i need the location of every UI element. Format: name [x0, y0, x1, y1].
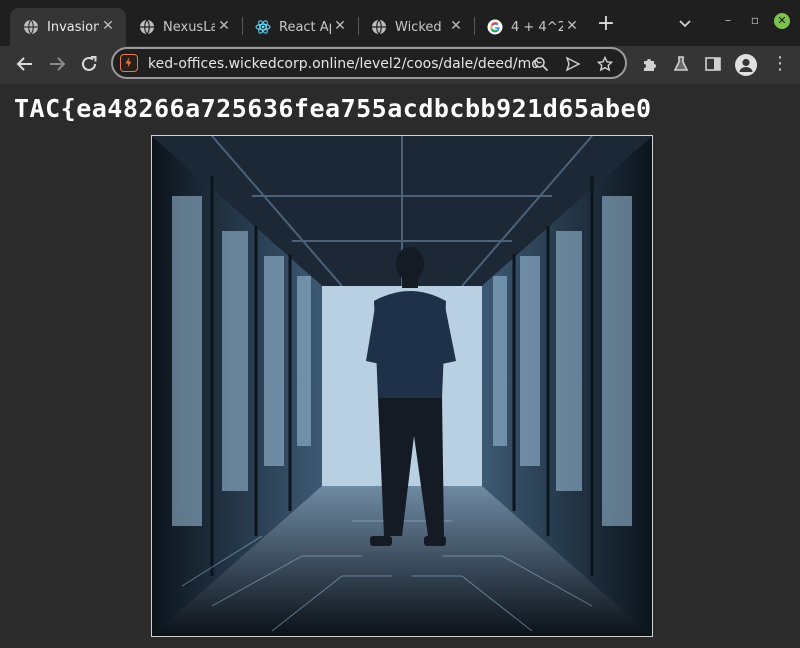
reload-icon[interactable]	[79, 54, 99, 74]
address-bar[interactable]: ked-offices.wickedcorp.online/level2/coo…	[111, 47, 627, 79]
menu-kebab-icon[interactable]: ⋮	[770, 54, 790, 74]
bookmark-star-icon[interactable]	[597, 56, 613, 72]
site-info-icon[interactable]	[120, 54, 138, 72]
tab-strip: Invasion ✕ NexusLa ✕ React Ap ✕ Wicked ✕	[0, 0, 800, 46]
labs-flask-icon[interactable]	[672, 55, 690, 73]
maximize-icon[interactable]: ▫	[747, 12, 763, 28]
tab-react-app[interactable]: React Ap ✕	[242, 8, 358, 46]
globe-icon	[372, 19, 386, 35]
back-icon[interactable]	[15, 54, 35, 74]
toolbar: ked-offices.wickedcorp.online/level2/coo…	[0, 46, 800, 84]
tab-label: 4 + 4^2	[511, 19, 563, 35]
flag-heading: TAC{ea48266a725636fea755acdbcbb921d65abe…	[14, 94, 652, 123]
send-icon[interactable]	[565, 56, 581, 72]
tab-wicked[interactable]: Wicked ✕	[358, 8, 474, 46]
server-room-photo	[151, 135, 653, 637]
close-tab-icon[interactable]: ✕	[448, 18, 464, 34]
url-text[interactable]: ked-offices.wickedcorp.online/level2/coo…	[148, 56, 538, 72]
side-panel-icon[interactable]	[704, 55, 722, 73]
new-tab-button[interactable]: +	[595, 13, 617, 35]
tab-label: Wicked	[395, 19, 442, 35]
globe-icon	[24, 19, 38, 35]
tab-nexusla[interactable]: NexusLa ✕	[126, 8, 242, 46]
tab-label: Invasion	[47, 19, 99, 35]
server-room-illustration	[152, 136, 652, 636]
tab-label: NexusLa	[163, 19, 215, 35]
tab-label: React Ap	[279, 19, 331, 35]
close-tab-icon[interactable]: ✕	[216, 18, 232, 34]
google-icon	[487, 19, 503, 35]
forward-icon[interactable]	[47, 54, 67, 74]
profile-avatar-icon[interactable]	[735, 54, 757, 76]
tab-invasion[interactable]: Invasion ✕	[10, 8, 126, 46]
tab-google-calc[interactable]: 4 + 4^2 ✕	[474, 8, 590, 46]
globe-icon	[140, 19, 154, 35]
minimize-icon[interactable]: –	[720, 12, 736, 28]
page-content: TAC{ea48266a725636fea755acdbcbb921d65abe…	[0, 84, 800, 648]
close-tab-icon[interactable]: ✕	[332, 18, 348, 34]
react-icon	[255, 20, 271, 34]
close-tab-icon[interactable]: ✕	[100, 18, 116, 34]
chevron-down-icon[interactable]	[677, 15, 693, 31]
zoom-icon[interactable]	[533, 56, 549, 72]
close-tab-icon[interactable]: ✕	[564, 18, 580, 34]
extensions-icon[interactable]	[641, 55, 659, 73]
window-close-icon[interactable]: ✕	[774, 13, 790, 29]
